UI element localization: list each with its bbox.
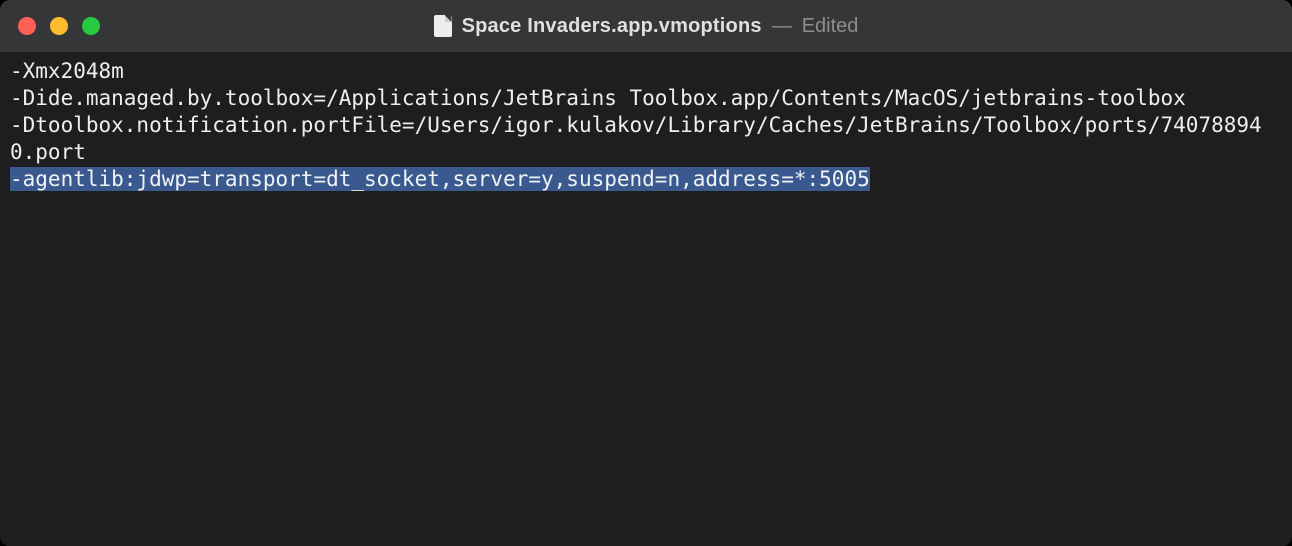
document-icon: [434, 15, 452, 37]
window-controls: [0, 17, 100, 35]
title-separator: —: [772, 15, 792, 38]
document-title: Space Invaders.app.vmoptions: [462, 15, 762, 38]
close-icon[interactable]: [18, 17, 36, 35]
edited-status: Edited: [802, 15, 859, 38]
title-area: Space Invaders.app.vmoptions — Edited: [0, 15, 1292, 38]
titlebar[interactable]: Space Invaders.app.vmoptions — Edited: [0, 0, 1292, 52]
editor-window: Space Invaders.app.vmoptions — Edited -X…: [0, 0, 1292, 546]
text-editor[interactable]: -Xmx2048m-Dide.managed.by.toolbox=/Appli…: [0, 52, 1292, 546]
selected-text[interactable]: -agentlib:jdwp=transport=dt_socket,serve…: [10, 167, 870, 191]
editor-line-selected[interactable]: -agentlib:jdwp=transport=dt_socket,serve…: [10, 166, 1282, 193]
minimize-icon[interactable]: [50, 17, 68, 35]
editor-line[interactable]: -Dtoolbox.notification.portFile=/Users/i…: [10, 112, 1282, 166]
editor-line[interactable]: -Dide.managed.by.toolbox=/Applications/J…: [10, 85, 1282, 112]
zoom-icon[interactable]: [82, 17, 100, 35]
editor-line[interactable]: -Xmx2048m: [10, 58, 1282, 85]
